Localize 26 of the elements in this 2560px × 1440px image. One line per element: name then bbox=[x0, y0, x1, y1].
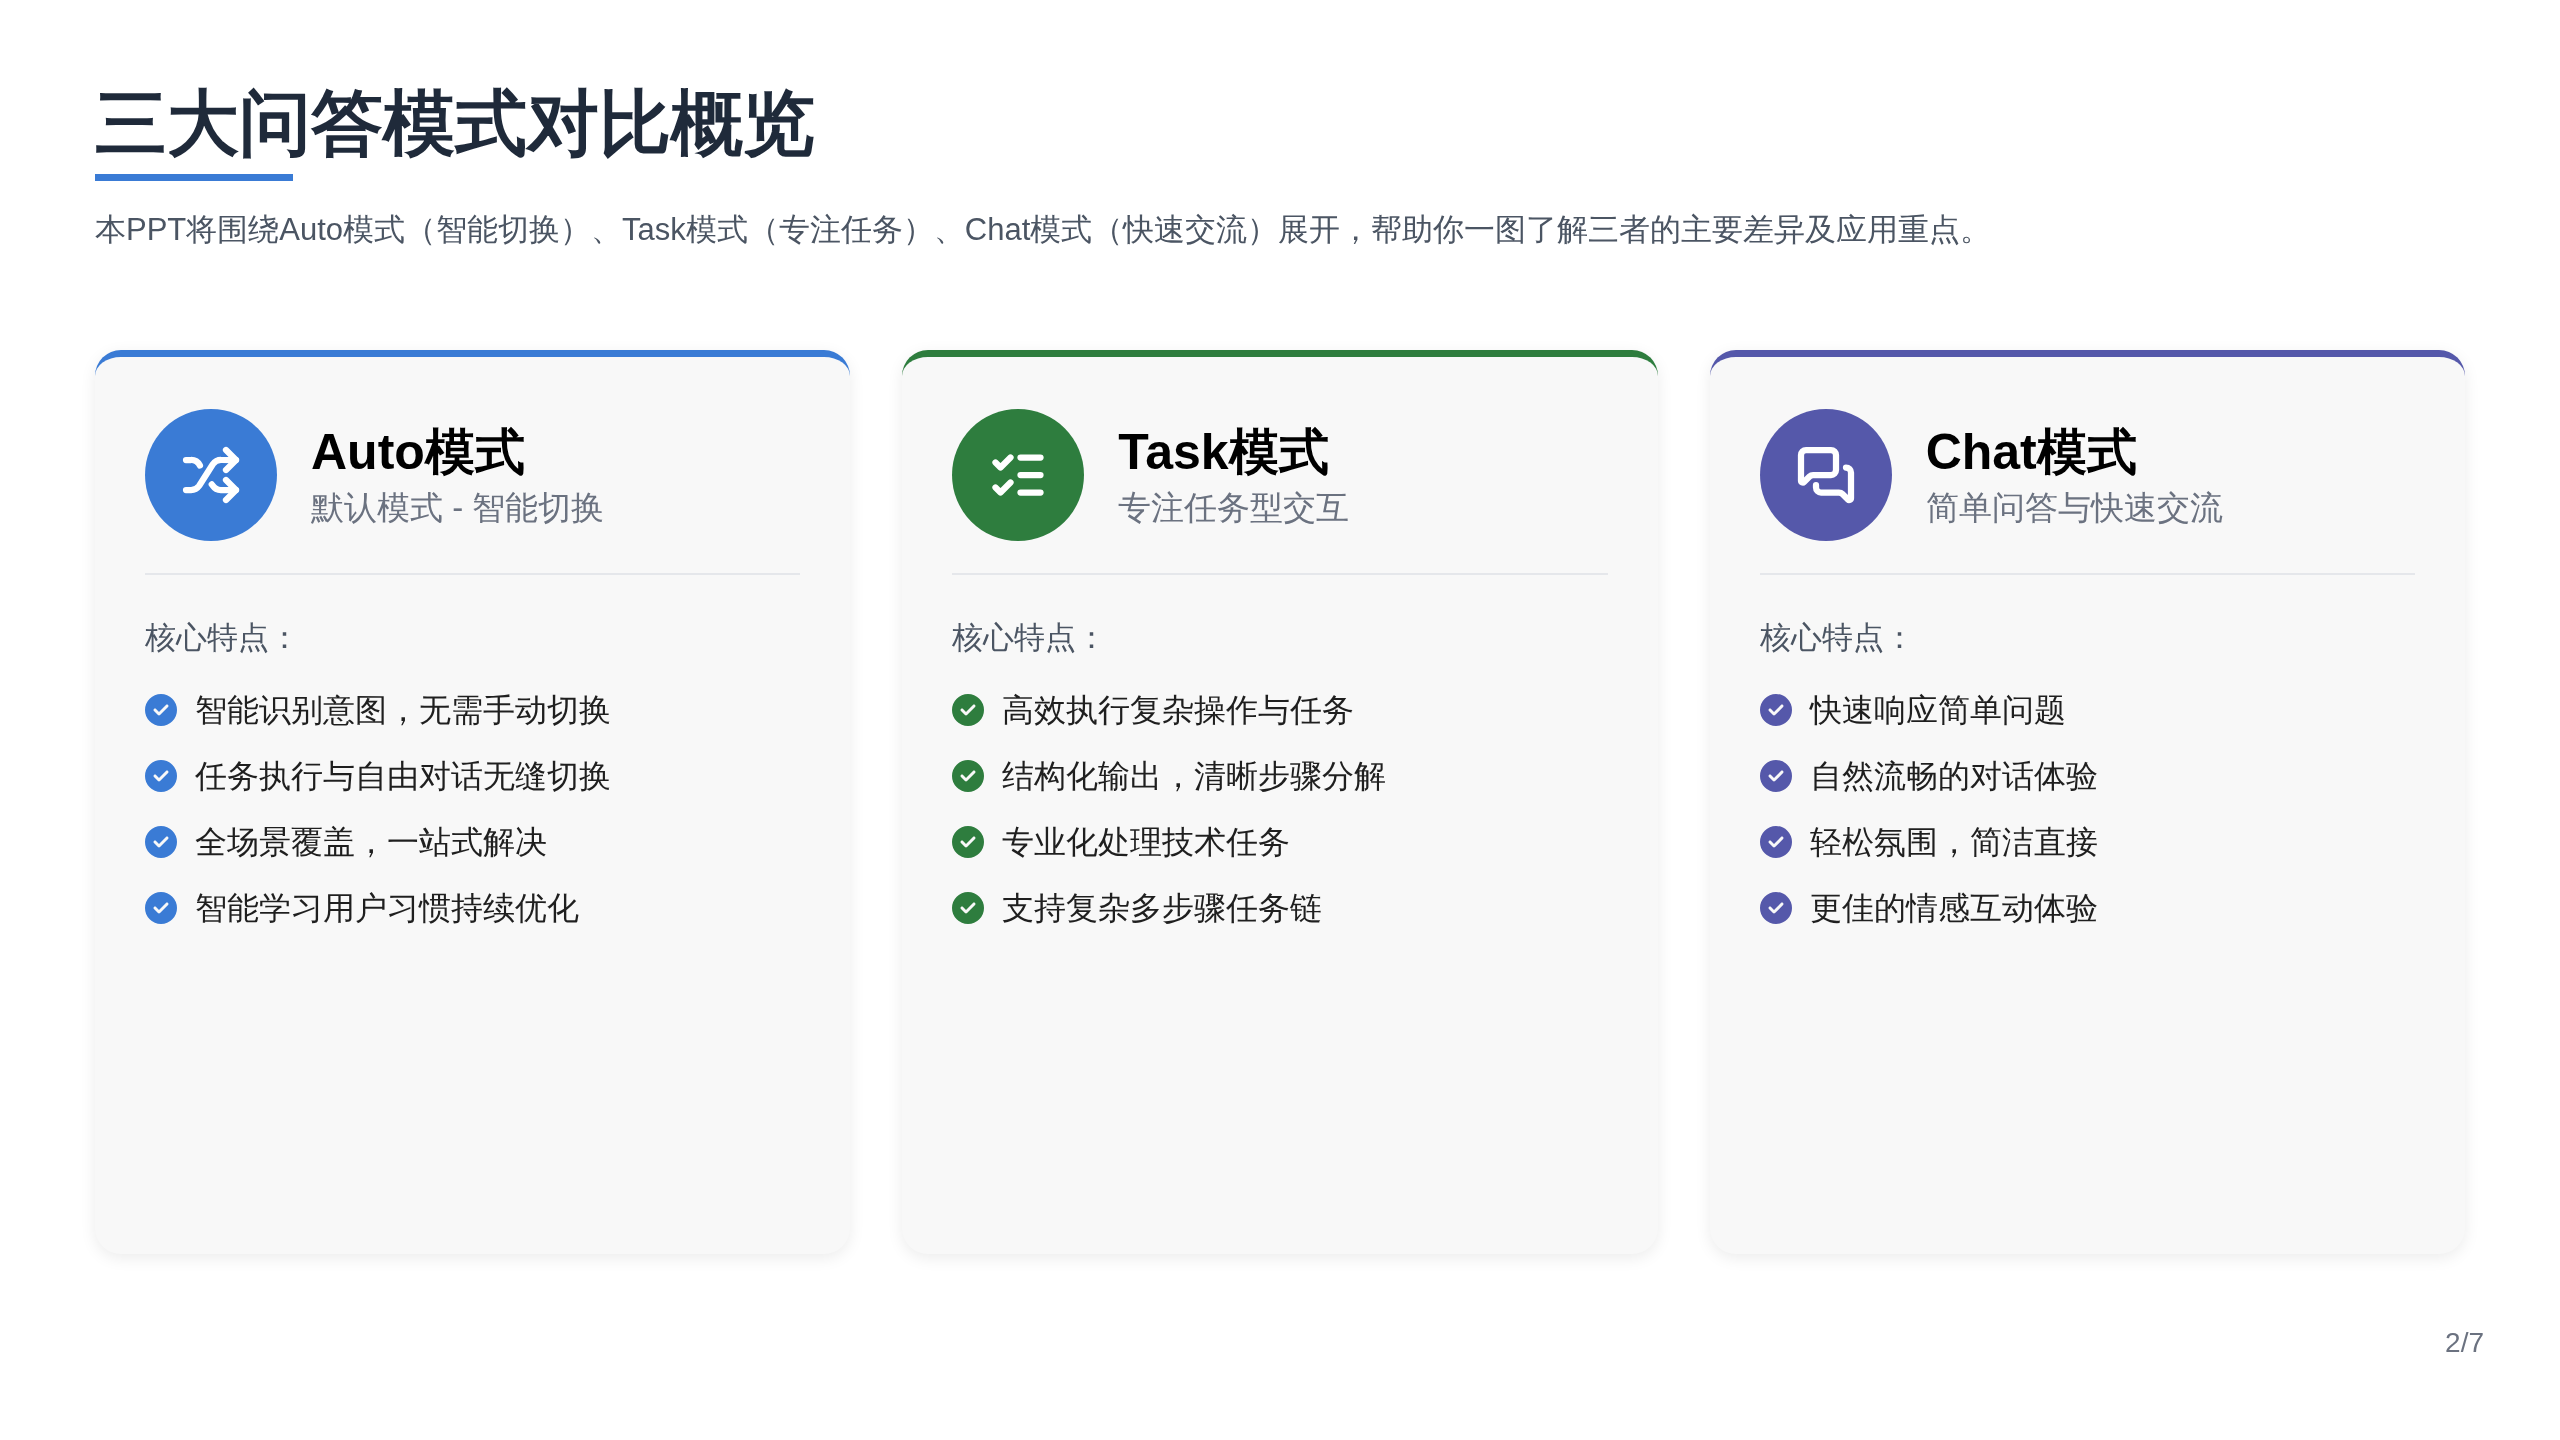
feature-text: 任务执行与自由对话无缝切换 bbox=[195, 757, 611, 796]
feature-text: 自然流畅的对话体验 bbox=[1809, 757, 2098, 796]
features-label: 核心特点： bbox=[145, 618, 300, 657]
feature-text: 智能识别意图，无需手动切换 bbox=[195, 691, 611, 730]
chat-bubbles-icon bbox=[1795, 444, 1856, 505]
intro-text: 本PPT将围绕Auto模式（智能切换）、Task模式（专注任务）、Chat模式（快速交流）展开，帮助你一图了解三者的主要差异及应用重点。 bbox=[95, 211, 1992, 249]
mode-name: Chat模式 bbox=[1925, 422, 2138, 482]
mode-tagline: 专注任务型交互 bbox=[1118, 488, 1350, 529]
features-label: 核心特点： bbox=[1759, 618, 1915, 657]
feature-text: 高效执行复杂操作与任务 bbox=[1002, 691, 1355, 730]
feature-text: 智能学习用户习惯持续优化 bbox=[195, 889, 579, 928]
mode-name: Auto模式 bbox=[311, 422, 526, 482]
mode-tagline: 默认模式 - 智能切换 bbox=[311, 488, 605, 529]
feature-text: 更佳的情感互动体验 bbox=[1809, 889, 2098, 928]
feature-text: 全场景覆盖，一站式解决 bbox=[195, 823, 547, 862]
feature-text: 结构化输出，清晰步骤分解 bbox=[1002, 757, 1387, 796]
mode-name: Task模式 bbox=[1118, 422, 1330, 482]
feature-text: 专业化处理技术任务 bbox=[1002, 823, 1291, 862]
mode-tagline: 简单问答与快速交流 bbox=[1925, 488, 2223, 529]
page-number: 2/7 bbox=[2445, 1326, 2484, 1360]
feature-text: 支持复杂多步骤任务链 bbox=[1002, 889, 1323, 928]
slide-title: 三大问答模式对比概览 bbox=[95, 82, 815, 165]
feature-text: 快速响应简单问题 bbox=[1809, 691, 2066, 730]
features-label: 核心特点： bbox=[952, 618, 1108, 657]
shuffle-icon bbox=[181, 444, 241, 505]
feature-text: 轻松氛围，简洁直接 bbox=[1809, 823, 2098, 862]
